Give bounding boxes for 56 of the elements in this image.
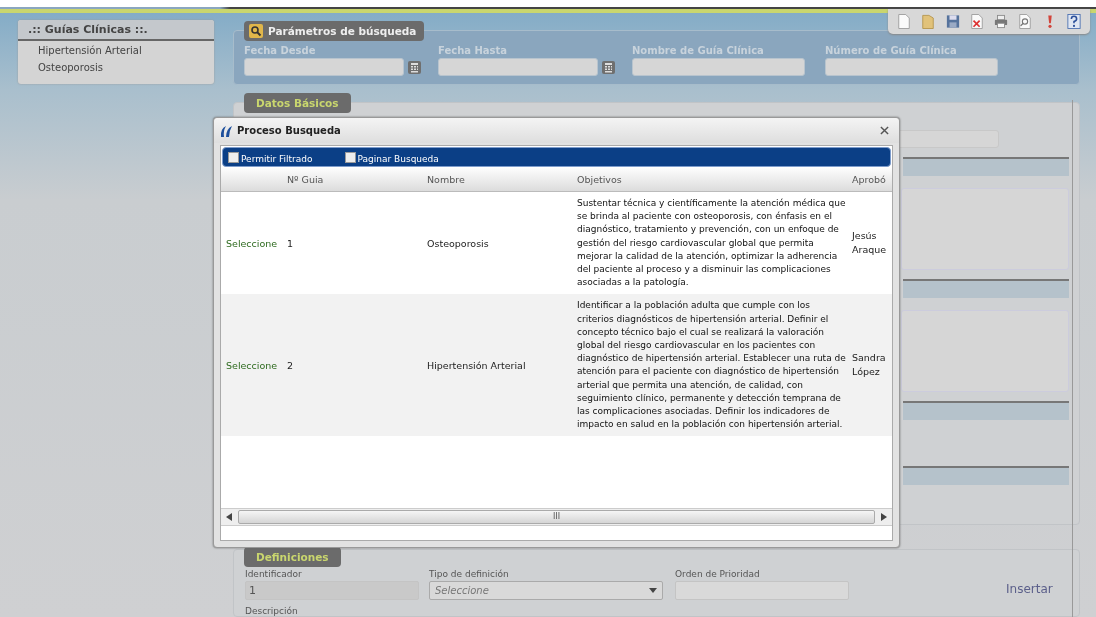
checkbox-label: Permitir Filtrado	[241, 152, 313, 164]
field-label: Tipo de definición	[429, 569, 510, 581]
table-cell: Hipertensión Arterial	[427, 359, 526, 371]
input-field[interactable]	[825, 58, 998, 76]
input-field[interactable]	[244, 58, 404, 76]
logo-icon	[219, 123, 233, 138]
field-label: Número de Guía Clínica	[825, 45, 958, 58]
left-arrow-icon[interactable]	[226, 513, 232, 521]
sidebar-title: .:: Guías Clínicas ::.	[18, 20, 214, 41]
legend-title: Definiciones	[244, 547, 341, 567]
help-icon[interactable]	[1066, 13, 1081, 30]
table-cell: Osteoporosis	[427, 237, 489, 249]
preview-icon[interactable]	[1018, 13, 1033, 30]
column-header: Objetivos	[577, 174, 623, 185]
horizontal-scrollbar[interactable]: III	[221, 508, 892, 526]
caret-icon	[649, 588, 657, 593]
print-icon[interactable]	[994, 13, 1009, 30]
input-field[interactable]	[438, 58, 598, 76]
column-header: Nº Guia	[287, 174, 325, 185]
table-cell: Jesús Araque	[852, 230, 887, 256]
checkbox[interactable]	[228, 151, 239, 163]
table-cell: Identificar a la población adulta que cumple con los criterios diagnósticos de hipertensión arterial. Definir el concepto técnico bajo el cual se realizará la valoración global del riesgo cardiovascular en los pacientes con diagnóstico de hipertensión arterial. Establecer una ruta de atención para el paciente con diagnóstico de hipertensión arterial que permita una atención, de calidad, con seguimiento clínico, permanente y detección temprana de las complicaciones asociadas. Definir los indicadores de impacto en salud en la población con hipertensión arterial.	[577, 300, 846, 430]
field-label: Orden de Prioridad	[675, 569, 761, 581]
calendar-icon[interactable]	[602, 60, 615, 74]
field-label: Identificador	[245, 569, 303, 581]
close-button[interactable]	[878, 124, 891, 137]
field-label: Fecha Hasta	[438, 45, 509, 58]
save-icon[interactable]	[945, 13, 960, 30]
scrollbar-thumb[interactable]: III	[238, 510, 875, 524]
table-cell: 2	[287, 359, 294, 371]
search-icon	[249, 24, 263, 38]
legend-title: Datos Básicos	[244, 93, 351, 114]
checkbox[interactable]	[344, 151, 356, 163]
checkbox-label: Paginar Busqueda	[357, 152, 439, 164]
insert-link[interactable]: Insertar	[1006, 582, 1053, 596]
field-label: Nombre de Guía Clínica	[632, 45, 765, 58]
right-arrow-icon[interactable]	[881, 513, 887, 521]
new-document-icon[interactable]	[897, 13, 912, 30]
field-label: Fecha Desde	[244, 45, 317, 58]
dialog-title: Proceso Busqueda	[237, 125, 342, 136]
column-header: Aprobó	[852, 174, 887, 185]
calendar-icon[interactable]	[408, 60, 421, 74]
column-header: Nombre	[427, 174, 466, 185]
select-link[interactable]: Seleccione	[226, 237, 278, 249]
sidebar-item[interactable]: Osteoporosis	[18, 58, 214, 75]
table-cell: Sandra López	[852, 352, 886, 378]
select-link[interactable]: Seleccione	[226, 359, 278, 371]
delete-document-icon[interactable]	[969, 13, 984, 30]
field-label: Descripción	[244, 605, 299, 616]
folder-icon[interactable]	[921, 13, 936, 30]
input-field[interactable]	[897, 130, 999, 149]
input-field[interactable]	[632, 58, 805, 76]
legend-title: Parámetros de búsqueda	[268, 25, 417, 37]
sidebar-item[interactable]: Hipertensión Arterial	[18, 41, 214, 58]
table-cell: 1	[287, 237, 294, 249]
table-cell: Sustentar técnica y científicamente la atención médica que se brinda al paciente con osteoporosis, con énfasis en el diagnóstico, tratamiento y prevención, con un enfoque de gestión del riesgo cardiovascular global que permita mejorar la calidad de la atención, optimizar la adherencia del paciente al proceso y a disminuir las complicaciones asociadas a la patología.	[577, 198, 846, 288]
